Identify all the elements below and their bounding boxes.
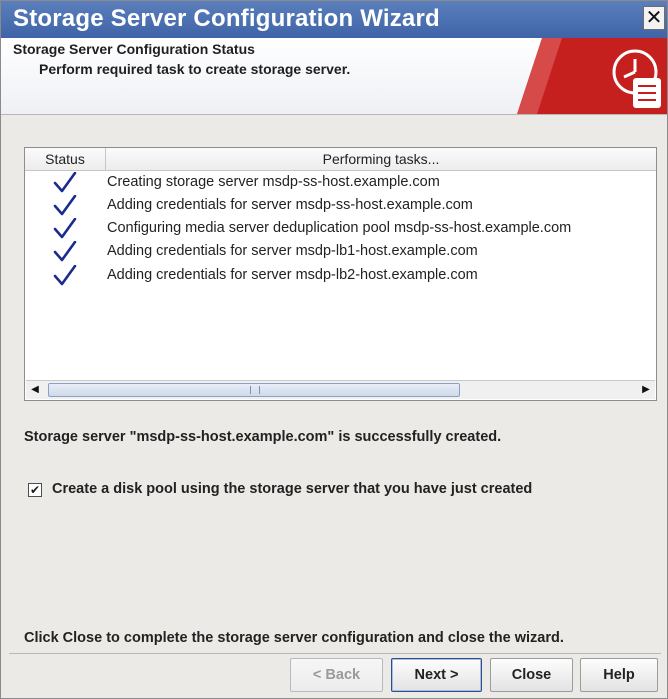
checkmark-icon [53,241,77,262]
scroll-left-arrow-icon[interactable]: ◀ [26,382,44,398]
table-row[interactable]: Configuring media server deduplication p… [25,218,656,241]
footer-divider [9,653,661,654]
header-subtitle: Perform required task to create storage … [39,61,351,77]
task-text: Adding credentials for server msdp-lb2-h… [107,267,478,283]
close-button[interactable]: Close [490,658,573,692]
scrollbar-thumb[interactable] [48,383,460,397]
tasks-table: Status Performing tasks... Creating stor… [24,147,657,401]
task-text: Adding credentials for server msdp-ss-ho… [107,197,473,213]
task-text: Adding credentials for server msdp-lb1-h… [107,243,478,259]
table-header: Status Performing tasks... [25,148,656,171]
checkmark-icon [53,265,77,286]
wizard-window: Storage Server Configuration Wizard ✕ St… [0,0,668,699]
horizontal-scrollbar[interactable]: ◀ ▶ [26,380,655,399]
create-disk-pool-label[interactable]: Create a disk pool using the storage ser… [52,481,532,497]
title-bar: Storage Server Configuration Wizard ✕ [1,1,667,38]
help-button[interactable]: Help [580,658,658,692]
header-title: Storage Server Configuration Status [13,41,255,57]
clock-scroll-icon [517,38,667,114]
column-header-status[interactable]: Status [25,148,106,170]
back-button[interactable]: < Back [290,658,383,692]
create-disk-pool-checkbox[interactable]: ✔ [28,483,42,497]
window-title: Storage Server Configuration Wizard [13,5,440,32]
success-message: Storage server "msdp-ss-host.example.com… [24,429,502,445]
task-text: Configuring media server deduplication p… [107,220,572,236]
table-row[interactable]: Adding credentials for server msdp-ss-ho… [25,195,656,218]
table-row[interactable]: Adding credentials for server msdp-lb2-h… [25,265,656,288]
scroll-right-arrow-icon[interactable]: ▶ [637,382,655,398]
task-text: Creating storage server msdp-ss-host.exa… [107,174,440,190]
checkmark-icon [53,195,77,216]
checkmark-icon [53,172,77,193]
column-header-tasks[interactable]: Performing tasks... [106,148,656,170]
grip-icon [250,386,260,394]
footer-instruction: Click Close to complete the storage serv… [24,630,564,646]
next-button[interactable]: Next > [391,658,482,692]
close-window-button[interactable]: ✕ [643,6,665,30]
table-row[interactable]: Adding credentials for server msdp-lb1-h… [25,241,656,264]
wizard-header: Storage Server Configuration Status Perf… [1,38,667,115]
checkmark-icon [53,218,77,239]
table-row[interactable]: Creating storage server msdp-ss-host.exa… [25,172,656,195]
